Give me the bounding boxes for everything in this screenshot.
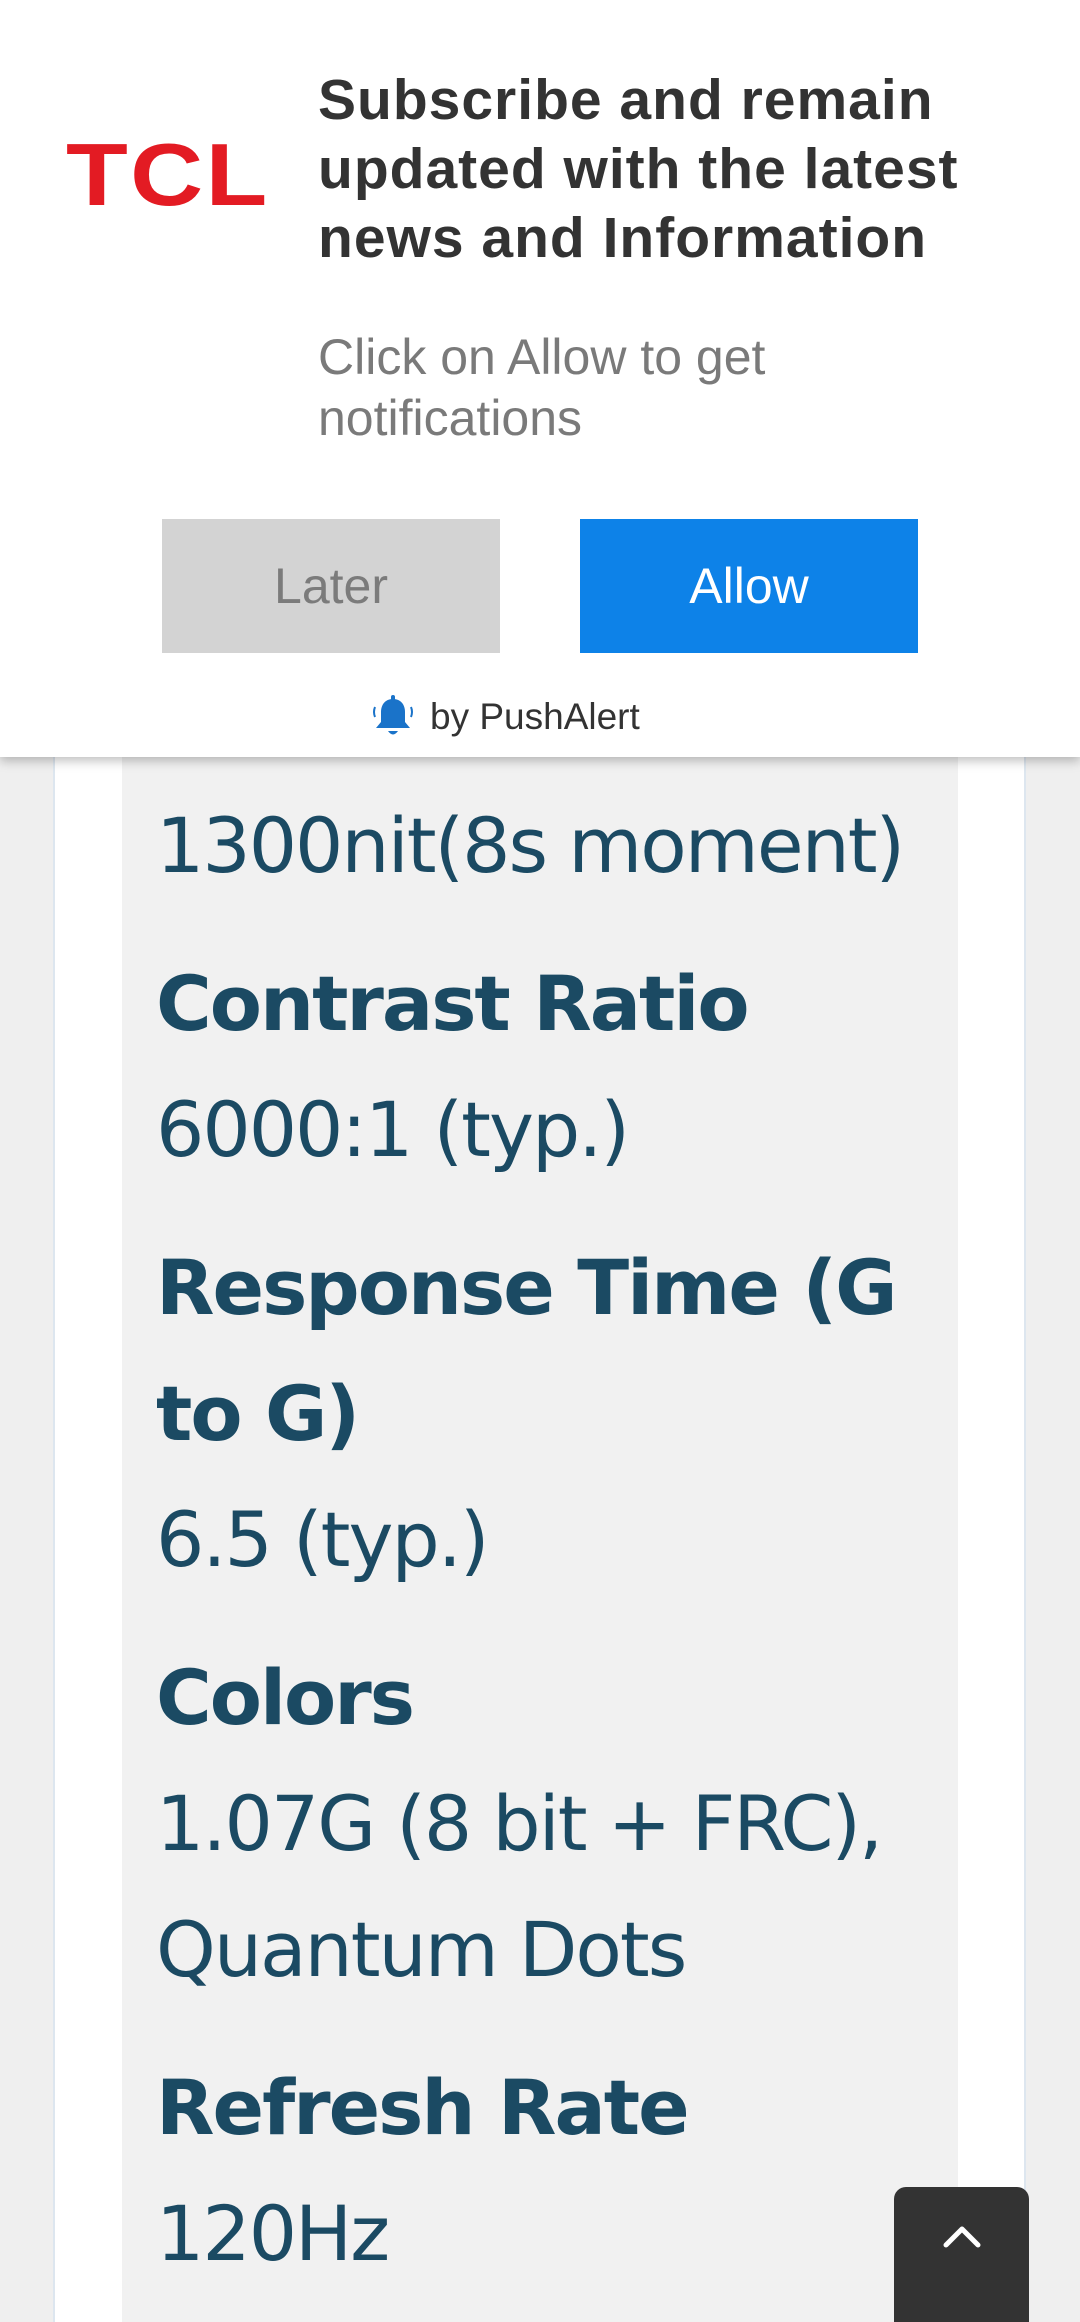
refresh-rate-label: Refresh Rate xyxy=(156,2063,690,2152)
prompt-title-line: updated with the latest xyxy=(318,137,959,201)
colors-label: Colors xyxy=(156,1653,415,1742)
response-time-value: 6.5 (typ.) xyxy=(156,1495,489,1584)
back-to-top-button[interactable] xyxy=(894,2187,1029,2322)
response-time-label-line1: Response Time (G xyxy=(156,1243,897,1332)
prompt-subtitle-line: Click on Allow to get xyxy=(318,329,766,385)
tcl-logo: TCL xyxy=(66,125,270,224)
prompt-title-line: news and Information xyxy=(318,206,928,270)
colors-value-line1: 1.07G (8 bit + FRC), xyxy=(156,1779,883,1868)
push-notification-prompt: TCL Subscribe and remain updated with th… xyxy=(0,0,1080,757)
powered-by-text: by PushAlert xyxy=(430,696,640,737)
later-button[interactable]: Later xyxy=(162,519,500,653)
contrast-ratio-label: Contrast Ratio xyxy=(156,959,750,1048)
brightness-value: 1300nit(8s moment) xyxy=(156,801,905,890)
prompt-title: Subscribe and remain updated with the la… xyxy=(318,66,1018,273)
allow-button[interactable]: Allow xyxy=(580,519,918,653)
powered-by-pushalert[interactable]: by PushAlert xyxy=(372,692,640,742)
prompt-subtitle: Click on Allow to get notifications xyxy=(318,327,958,449)
prompt-title-line: Subscribe and remain xyxy=(318,68,934,132)
contrast-ratio-value: 6000:1 (typ.) xyxy=(156,1085,630,1174)
refresh-rate-value: 120Hz xyxy=(156,2189,390,2278)
chevron-up-icon xyxy=(943,2226,980,2247)
bell-icon xyxy=(373,695,413,735)
response-time-label-line2: to G) xyxy=(156,1369,360,1458)
prompt-subtitle-line: notifications xyxy=(318,390,583,446)
colors-value-line2: Quantum Dots xyxy=(156,1905,687,1994)
